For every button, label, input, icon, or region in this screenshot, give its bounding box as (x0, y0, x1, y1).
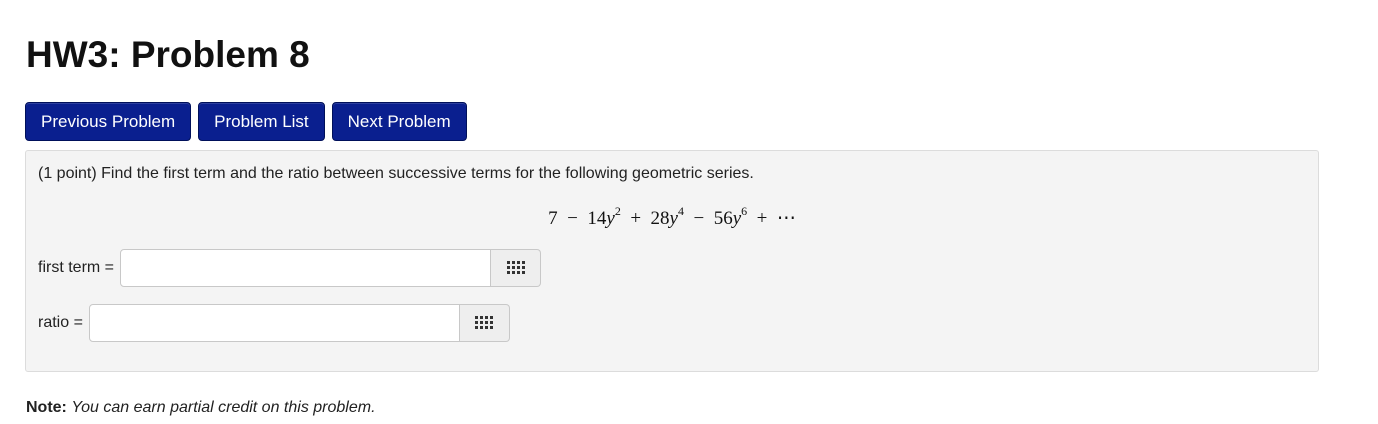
first-term-palette-button[interactable] (491, 249, 542, 287)
problem-box: (1 point) Find the first term and the ra… (25, 150, 1319, 372)
page-title: HW3: Problem 8 (26, 34, 310, 75)
operator-2: + (630, 208, 642, 229)
problem-statement: (1 point) Find the first term and the ra… (38, 165, 754, 182)
term-2-var: y (606, 208, 615, 229)
problem-list-button[interactable]: Problem List (198, 102, 325, 141)
term-4-var: y (732, 208, 742, 229)
operator-4: + (756, 208, 768, 229)
term-4-coef: 56 (713, 208, 733, 229)
note-text: You can earn partial credit on this prob… (71, 399, 376, 416)
grid-icon (475, 316, 494, 329)
problem-nav: Previous Problem Problem List Next Probl… (25, 102, 467, 141)
ratio-label: ratio = (38, 314, 83, 331)
next-problem-button[interactable]: Next Problem (331, 102, 467, 141)
term-3-coef: 28 (650, 208, 670, 229)
term-1: 7 (548, 208, 558, 229)
series-expression: 7 − 14y2 + 28y4 − 56y6 + ⋯ (26, 204, 1318, 230)
ratio-input[interactable] (88, 304, 460, 342)
ratio-palette-button[interactable] (459, 304, 510, 342)
term-2-coef: 14 (587, 208, 607, 229)
ratio-row: ratio = (38, 304, 510, 342)
first-term-row: first term = (38, 249, 542, 287)
page: HW3: Problem 8 Previous Problem Problem … (0, 0, 1378, 424)
ellipsis: ⋯ (776, 208, 796, 229)
grid-icon (506, 261, 525, 274)
credit-note: Note: You can earn partial credit on thi… (26, 399, 376, 417)
term-4-exp: 6 (741, 204, 748, 218)
first-term-label: first term = (38, 259, 115, 276)
term-3-exp: 4 (677, 204, 684, 218)
operator-1: − (567, 208, 578, 229)
term-3-var: y (669, 208, 678, 229)
term-2-exp: 2 (614, 204, 621, 218)
previous-problem-button[interactable]: Previous Problem (25, 102, 192, 141)
operator-3: − (693, 208, 705, 229)
first-term-input[interactable] (120, 249, 492, 287)
note-label: Note: (26, 399, 67, 416)
